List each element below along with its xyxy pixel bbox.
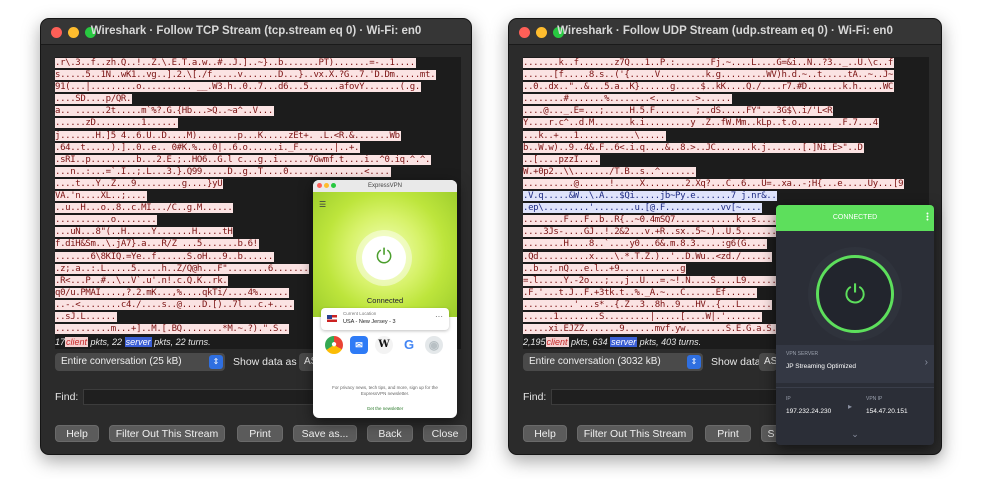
chevron-updown-icon: ⇕ — [687, 355, 701, 369]
pia-vpn-window: CONNECTED • • • ⏻ VPN SERVER JP Streaming … — [776, 205, 934, 445]
arrow-right-icon: ▸ — [848, 402, 853, 411]
client-stream-line: s.....5..1N..wK1..vg..].2.\[./f.....v...… — [55, 70, 437, 81]
hamburger-menu-icon[interactable]: ☰ — [319, 200, 326, 209]
client-tag: client — [65, 337, 89, 347]
add-shortcut-icon[interactable]: ◉ — [425, 336, 443, 354]
chevron-down-icon[interactable]: ⌄ — [776, 429, 934, 440]
connection-status: Connected — [366, 296, 404, 305]
close-button[interactable]: Close — [423, 425, 467, 442]
power-icon: ⏻ — [376, 246, 392, 268]
conversation-select-value: Entire conversation (25 kB) — [61, 356, 182, 367]
back-button[interactable]: Back — [367, 425, 413, 442]
title-bar[interactable]: Wireshark · Follow UDP Stream (udp.strea… — [509, 19, 941, 45]
client-stream-line: ..[....pzzI.... — [523, 154, 601, 165]
client-stream-line: .r\.3..f..zh.Q..!..Z.\.E.T.a.w..#..J.]..… — [55, 58, 416, 68]
server-packet-count: pkts, 22 — [88, 337, 125, 347]
server-tag: server — [610, 337, 638, 347]
location-selector[interactable]: Current Location USA - New Jersey - 3 ··… — [321, 308, 449, 330]
client-stream-line: ..0..dx.."..&...5.a..K}......g.....$..kK… — [523, 82, 894, 93]
power-icon: ⏻ — [844, 279, 866, 309]
client-stream-line: j.......H.]5 4..6.U..D....M)........p...… — [55, 130, 401, 141]
find-label: Find: — [523, 391, 547, 403]
expressvpn-title: ExpressVPN — [367, 183, 402, 189]
client-stream-line: .......k..f.......z7Q...1..P.:.......Fj.… — [523, 58, 894, 68]
packet-summary: 17client pkts, 22 server pkts, 22 turns. — [55, 337, 211, 347]
pia-connection-status: CONNECTED — [832, 214, 878, 221]
server-tag: server — [124, 337, 152, 347]
chrome-icon[interactable]: ● — [325, 336, 343, 354]
filter-out-stream-button[interactable]: Filter Out This Stream — [109, 425, 225, 442]
client-stream-line: ......[f.....8.s..('{.....V.........k.g.… — [523, 70, 894, 81]
us-flag-icon — [327, 315, 337, 322]
title-bar[interactable]: Wireshark · Follow TCP Stream (tcp.strea… — [41, 19, 471, 45]
connect-toggle-button[interactable]: ⏻ — [362, 236, 406, 280]
mail-icon[interactable]: ✉ — [350, 336, 368, 354]
expressvpn-window: ExpressVPN ☰ ⏻ Connected Current Locatio… — [313, 180, 457, 418]
ip-label: IP — [786, 396, 791, 402]
server-stream-line: .V.q.....&W..\.A...$Qi.....jb~Py.e......… — [523, 191, 778, 202]
location-label: Current Location — [343, 311, 377, 316]
chevron-right-icon: › — [924, 357, 928, 368]
find-label: Find: — [55, 391, 79, 403]
conversation-select[interactable]: Entire conversation (3032 kB) ⇕ — [523, 353, 703, 371]
client-stream-line: ...n..:...=`.I..;.L...3.}.Q99.....D..g..… — [55, 166, 391, 177]
client-stream-line: ..........@......!.....X........2.Xq?...… — [523, 178, 905, 189]
more-options-icon[interactable]: • • • — [926, 211, 929, 224]
filter-out-stream-button[interactable]: Filter Out This Stream — [577, 425, 693, 442]
help-button[interactable]: Help — [55, 425, 99, 442]
more-options-icon[interactable]: ··· — [435, 312, 443, 321]
client-stream-line: a.. ......2t.....m`%?.G.{Hb...>Q..~a^..V… — [55, 106, 274, 117]
packet-summary: 2,195client pkts, 634 server pkts, 403 t… — [523, 337, 701, 347]
location-value: USA - New Jersey - 3 — [343, 319, 396, 325]
vpn-server-value: JP Streaming Optimized — [786, 363, 856, 370]
client-stream-line: W.+0p2..\\......./T.B..s..^....... — [523, 166, 697, 177]
print-button[interactable]: Print — [237, 425, 283, 442]
client-stream-line: Y....r.c^..d.M.......k.i.........y .Z..f… — [523, 118, 879, 129]
wikipedia-icon[interactable]: W — [375, 336, 393, 354]
client-stream-line: b..W.w)..9..4&.F..6<.i.q....&..8.>..JC..… — [523, 142, 864, 153]
newsletter-link[interactable]: Get the newsletter — [313, 406, 457, 411]
vpn-ip-value: 154.47.20.151 — [866, 408, 908, 415]
client-stream-line: ........#.......%........<........>.....… — [523, 94, 732, 105]
vpn-ip-label: VPN IP — [866, 396, 883, 402]
server-packet-count: pkts, 634 — [568, 337, 611, 347]
expressvpn-status-panel: ☰ ⏻ Connected — [313, 192, 457, 317]
chevron-updown-icon: ⇕ — [209, 355, 223, 369]
print-button[interactable]: Print — [705, 425, 751, 442]
save-as-button[interactable]: Save as... — [293, 425, 357, 442]
client-stream-line: ......zD.........1...... — [55, 118, 178, 129]
expressvpn-titlebar[interactable]: ExpressVPN — [313, 180, 457, 192]
vpn-server-label: VPN SERVER — [786, 351, 819, 357]
client-packet-count: 2,195 — [523, 337, 546, 347]
vpn-server-selector[interactable]: VPN SERVER JP Streaming Optimized › — [776, 345, 934, 383]
conversation-select[interactable]: Entire conversation (25 kB) ⇕ — [55, 353, 225, 371]
newsletter-text: For privacy news, tech tips, and more, s… — [332, 385, 438, 396]
ip-value: 197.232.24.230 — [786, 408, 832, 415]
client-stream-line: ...k..+...1...........\..... — [523, 130, 666, 141]
client-stream-line: ....@..._.E=...;.....H.5.F....... ;..dS.… — [523, 106, 834, 117]
window-title: Wireshark · Follow UDP Stream (udp.strea… — [557, 25, 893, 37]
find-input[interactable] — [551, 389, 781, 405]
ip-info: IP 197.232.24.230 ▸ VPN IP 154.47.20.151 — [776, 387, 934, 427]
turns-count: pkts, 403 turns. — [637, 337, 702, 347]
pia-status-bar: CONNECTED • • • — [776, 205, 934, 231]
client-packet-count: 17 — [55, 337, 66, 347]
pia-connect-button[interactable]: ⏻ — [816, 255, 894, 333]
turns-count: pkts, 22 turns. — [151, 337, 211, 347]
show-data-label: Show data as — [233, 356, 297, 368]
client-stream-line: .sRI..p.........b...2.E.;..HO6..G.l c...… — [55, 154, 432, 165]
show-data-select[interactable]: ASCII — [759, 353, 777, 371]
google-icon[interactable]: G — [400, 336, 418, 354]
window-title: Wireshark · Follow TCP Stream (tcp.strea… — [90, 25, 422, 37]
client-stream-line: 91(...|.........o.......... __.W3.h..0..… — [55, 82, 421, 93]
client-stream-line: .64..t.....).]..0..e.. 0#K.%...0|..6.o..… — [55, 142, 361, 153]
client-stream-line: ....SD....p/QR. — [55, 94, 133, 105]
help-button[interactable]: Help — [523, 425, 567, 442]
client-tag: client — [545, 337, 569, 347]
conversation-select-value: Entire conversation (3032 kB) — [529, 356, 661, 367]
shortcut-apps: ● ✉ W G ◉ — [325, 336, 443, 354]
